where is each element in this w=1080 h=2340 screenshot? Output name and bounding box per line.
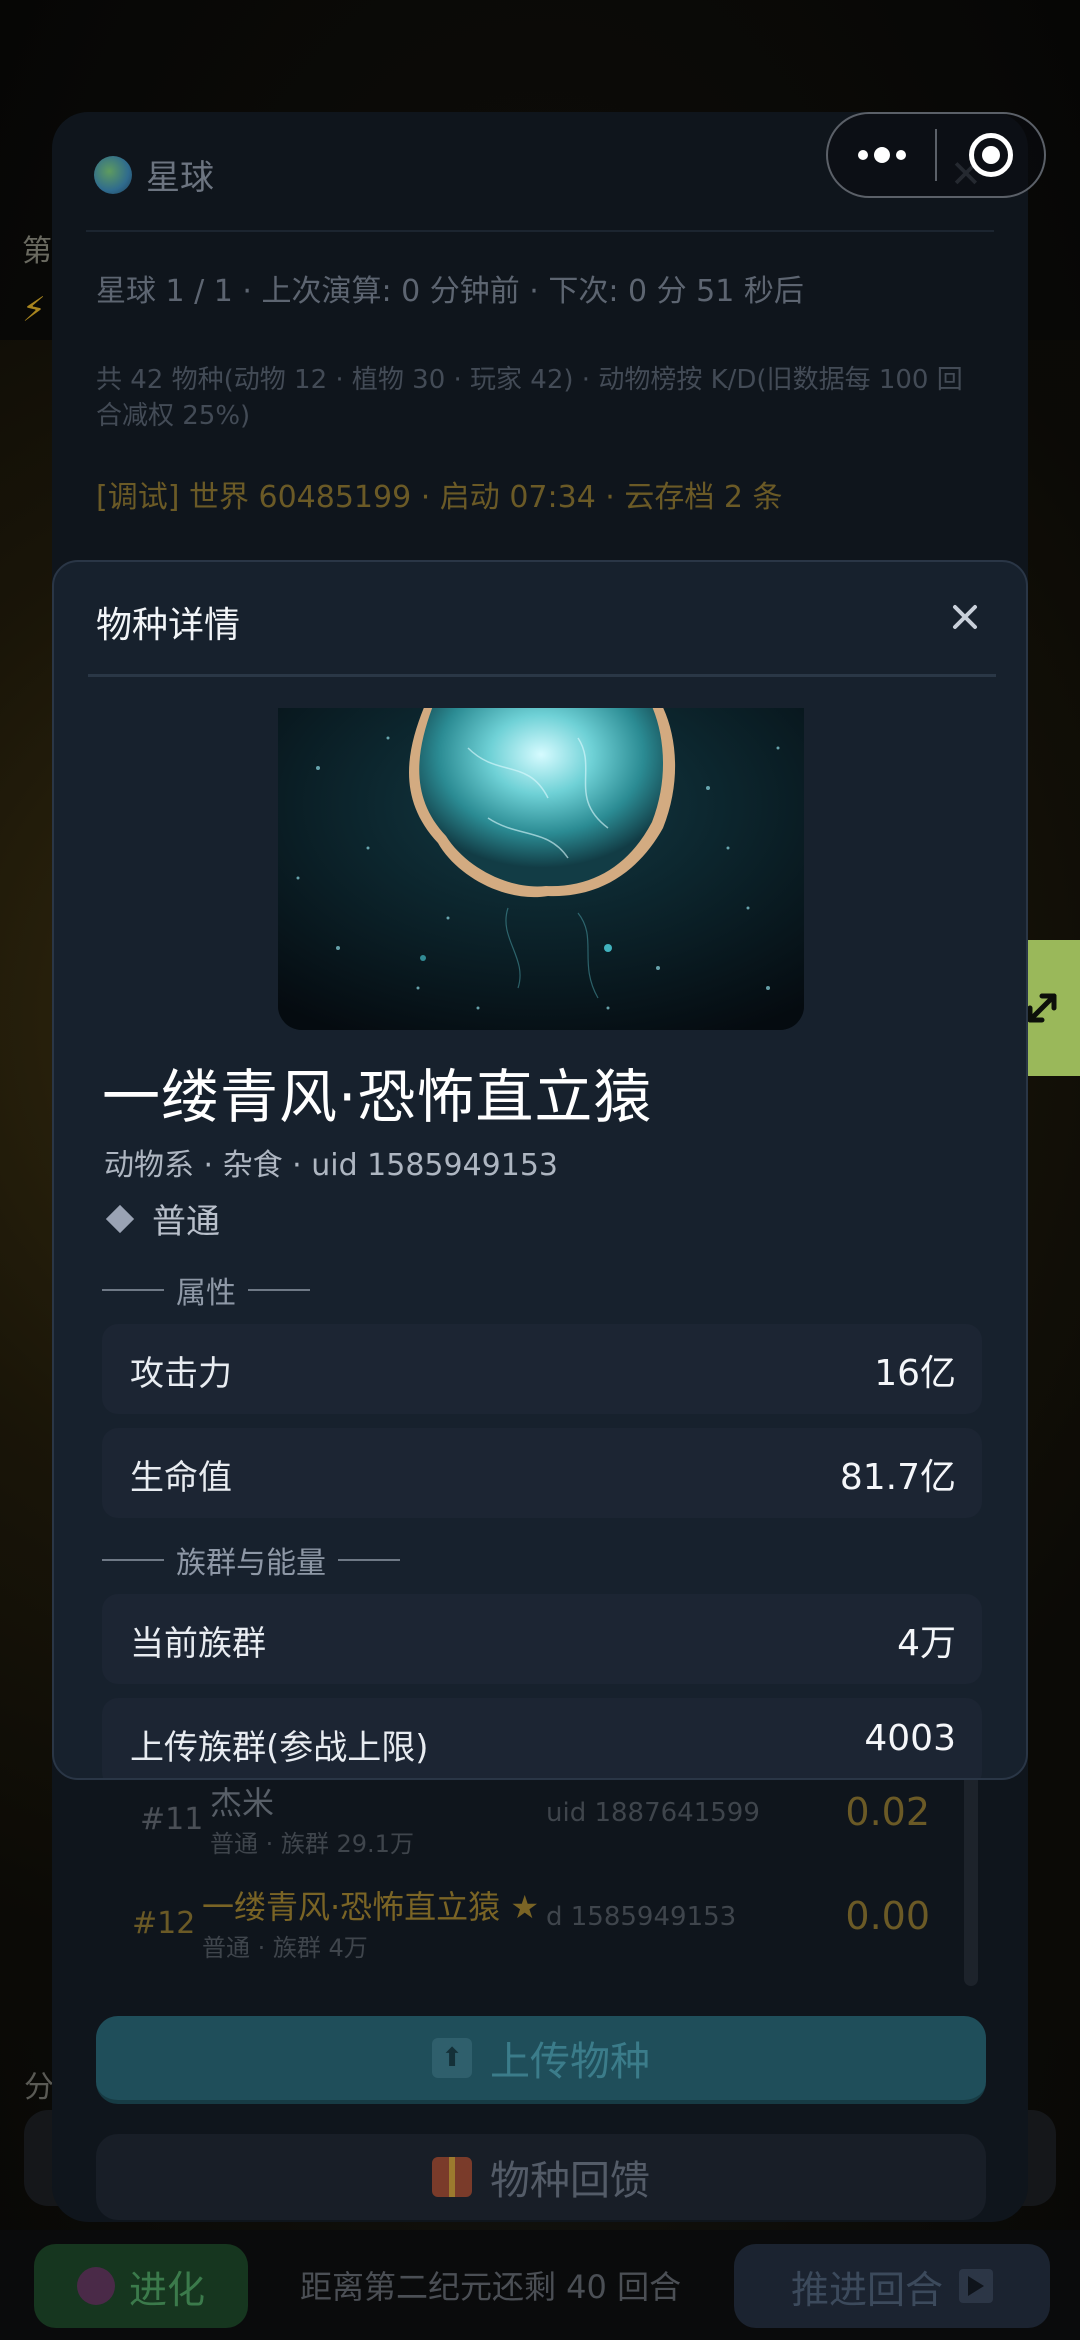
stat-value: 16亿 — [874, 1353, 956, 1394]
evolve-button[interactable]: 进化 — [34, 2244, 248, 2328]
rank-species-sub: 普通 · 族群 29.1万 — [210, 1830, 414, 1858]
evolve-icon — [76, 2267, 115, 2305]
rank-score: 0.02 — [845, 1790, 930, 1834]
modal-title: 物种详情 — [96, 605, 241, 646]
stat-label: 生命值 — [130, 1458, 232, 1498]
capsule-close-icon[interactable] — [937, 114, 1044, 196]
play-icon — [959, 2269, 993, 2303]
stat-row-health: 生命值 81.7亿 — [102, 1428, 982, 1518]
species-image — [278, 708, 804, 1030]
evolve-label: 进化 — [128, 2267, 205, 2312]
rank-species-name: 杰米 — [210, 1784, 275, 1822]
rank-species-name: 一缕青风·恐怖直立猿 ★ — [202, 1882, 539, 1928]
era-remaining-text: 距离第二纪元还剩 40 回合 — [300, 2268, 682, 2306]
rank-uid: d 1585949153 — [546, 1902, 737, 1932]
gift-icon — [432, 2157, 472, 2197]
stat-row-attack: 攻击力 16亿 — [102, 1324, 982, 1414]
stat-label: 上传族群(参战上限) — [130, 1728, 429, 1768]
species-feedback-label: 物种回馈 — [490, 2158, 650, 2204]
planet-divider — [86, 230, 994, 232]
rank-row[interactable]: #11 杰米 普通 · 族群 29.1万 uid 1887641599 0.02… — [96, 1778, 976, 1870]
bolt-icon: ⚡ — [22, 290, 46, 330]
species-feedback-button[interactable]: 物种回馈 — [96, 2134, 986, 2220]
rarity-label: 普通 — [152, 1202, 220, 1242]
diamond-icon — [105, 1204, 135, 1233]
bg-side-text: 第 — [22, 234, 52, 269]
advance-round-label: 推进回合 — [790, 2267, 943, 2312]
planet-header: 星球 — [94, 150, 214, 199]
rank-number: #11 — [140, 1802, 204, 1837]
species-meta: 动物系 · 杂食 · uid 1585949153 — [104, 1148, 559, 1183]
stat-value: 4万 — [897, 1623, 956, 1664]
section-attributes-text: 属性 — [176, 1276, 236, 1311]
globe-icon — [94, 155, 132, 194]
debug-info: [调试] 世界 60485199 · 启动 07:34 · 云存档 2 条 — [96, 480, 783, 515]
bg-share-text: 分 — [24, 2070, 54, 2105]
expand-icon — [1027, 993, 1057, 1023]
section-label-population: 族群与能量 — [102, 1538, 400, 1582]
rank-species-sub: 普通 · 族群 4万 — [202, 1934, 368, 1962]
section-population-text: 族群与能量 — [176, 1546, 326, 1581]
upload-species-button[interactable]: ⬆ 上传物种 — [96, 2016, 986, 2104]
rank-score: 0.00 — [845, 1894, 930, 1938]
stat-label: 当前族群 — [130, 1624, 266, 1664]
stat-row-upload-population: 上传族群(参战上限) 4003 — [102, 1698, 982, 1778]
stat-label: 攻击力 — [130, 1354, 232, 1394]
species-summary: 共 42 物种(动物 12 · 植物 30 · 玩家 42) · 动物榜按 K/… — [96, 365, 963, 431]
close-icon[interactable] — [940, 592, 990, 642]
rank-number: #12 — [132, 1906, 196, 1941]
planet-title: 星球 — [146, 158, 214, 198]
rarity-badge: 普通 — [104, 1194, 220, 1243]
modal-divider — [88, 674, 996, 677]
ranking-scrollbar[interactable] — [964, 1770, 978, 1986]
rank-species-name-text: 一缕青风·恐怖直立猿 — [202, 1888, 501, 1926]
more-dots-icon[interactable] — [828, 114, 935, 196]
star-icon: ★ — [510, 1888, 540, 1926]
rank-row[interactable]: #12 一缕青风·恐怖直立猿 ★ 普通 · 族群 4万 d 1585949153… — [96, 1882, 976, 1974]
miniprogram-capsule — [826, 112, 1046, 198]
upload-icon: ⬆ — [432, 2038, 472, 2078]
stat-value: 4003 — [864, 1718, 956, 1759]
species-detail-modal: 物种详情 一缕青风·恐怖直立猿 动物系 · 杂食 · uid 158594915… — [52, 560, 1028, 1780]
stat-row-current-population: 当前族群 4万 — [102, 1594, 982, 1684]
species-name: 一缕青风·恐怖直立猿 — [102, 1063, 653, 1131]
rank-uid: uid 1887641599 — [546, 1798, 760, 1828]
advance-round-button[interactable]: 推进回合 — [734, 2244, 1050, 2328]
stat-value: 81.7亿 — [839, 1457, 956, 1498]
planet-status: 星球 1 / 1 · 上次演算: 0 分钟前 · 下次: 0 分 51 秒后 — [96, 274, 804, 309]
section-label-attributes: 属性 — [102, 1268, 310, 1312]
upload-species-label: 上传物种 — [490, 2039, 650, 2085]
